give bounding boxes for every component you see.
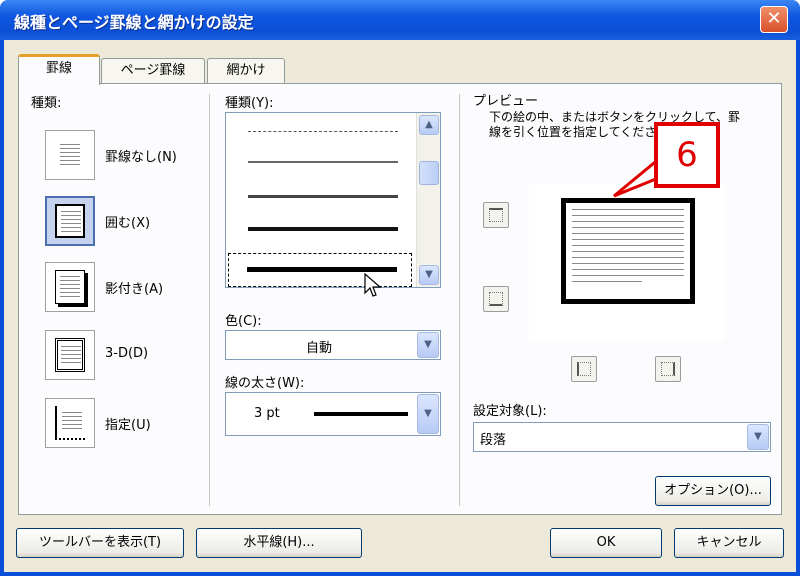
setting-heading: 種類:	[31, 96, 62, 111]
preview-area[interactable]	[529, 184, 725, 340]
line-style-medium[interactable]	[248, 195, 398, 198]
setting-none-button[interactable]	[45, 130, 95, 180]
border-top-icon[interactable]	[483, 202, 509, 228]
apply-to-select[interactable]: 段落 ▼	[473, 422, 771, 452]
scroll-thumb[interactable]	[419, 161, 439, 185]
apply-to-value: 段落	[480, 433, 507, 448]
setting-custom-icon	[55, 406, 85, 440]
width-value: 3 pt	[254, 406, 280, 421]
color-select[interactable]: 自動 ▼	[225, 330, 441, 360]
setting-custom-label[interactable]: 指定(U)	[105, 414, 151, 433]
line-style-thick[interactable]	[248, 227, 398, 231]
scroll-down-icon[interactable]: ▼	[419, 265, 439, 285]
line-style-selected[interactable]	[228, 253, 412, 287]
tab-shading[interactable]: 網かけ	[207, 58, 285, 84]
show-toolbar-button[interactable]: ツールバーを表示(T)	[16, 528, 184, 558]
preview-heading: プレビュー	[473, 94, 539, 109]
setting-box-button[interactable]	[45, 196, 95, 246]
border-left-icon[interactable]	[571, 356, 597, 382]
setting-3d-icon	[55, 338, 85, 372]
scroll-up-icon[interactable]: ▲	[419, 115, 439, 135]
setting-shadow-icon	[55, 270, 85, 304]
line-style-dotted[interactable]	[248, 131, 398, 132]
options-button[interactable]: オプション(O)...	[655, 476, 771, 506]
cancel-button[interactable]: キャンセル	[674, 528, 784, 558]
setting-3d-label[interactable]: 3-D(D)	[105, 346, 148, 361]
width-label: 線の太さ(W):	[225, 376, 305, 391]
setting-box-icon	[55, 204, 85, 238]
setting-none-label[interactable]: 罫線なし(N)	[105, 146, 177, 165]
line-style-list[interactable]: ▲ ▼	[225, 112, 441, 297]
section-divider	[459, 94, 460, 506]
ok-button[interactable]: OK	[550, 528, 662, 558]
dropdown-arrow-icon[interactable]: ▼	[417, 332, 439, 358]
section-divider	[209, 94, 210, 506]
dialog-title: 線種とページ罫線と網かけの設定	[14, 13, 254, 32]
border-right-icon[interactable]	[655, 356, 681, 382]
step-number-badge: 6	[654, 122, 720, 188]
line-style-thin[interactable]	[248, 161, 398, 163]
setting-shadow-button[interactable]	[45, 262, 95, 312]
line-style-scrollbar[interactable]: ▲ ▼	[416, 113, 440, 287]
setting-custom-button[interactable]	[45, 398, 95, 448]
width-select[interactable]: 3 pt ▼	[225, 392, 441, 436]
mouse-pointer-icon	[364, 273, 382, 297]
dialog-window: 線種とページ罫線と網かけの設定 ✕ 罫線 ページ罫線 網かけ 種類: 罫線なし(…	[0, 0, 800, 576]
preview-border-frame[interactable]	[561, 198, 695, 304]
color-value: 自動	[306, 341, 333, 356]
apply-to-label: 設定対象(L):	[473, 404, 547, 419]
horizontal-line-button[interactable]: 水平線(H)...	[196, 528, 362, 558]
title-bar[interactable]: 線種とページ罫線と網かけの設定 ✕	[0, 0, 800, 40]
dialog-client: 罫線 ページ罫線 網かけ 種類: 罫線なし(N) 囲む(X) 影付き(A) 3-…	[4, 40, 796, 572]
border-bottom-icon[interactable]	[483, 286, 509, 312]
setting-box-label[interactable]: 囲む(X)	[105, 212, 150, 231]
dropdown-arrow-icon[interactable]: ▼	[747, 424, 769, 450]
dropdown-arrow-icon[interactable]: ▼	[417, 394, 439, 434]
color-label: 色(C):	[225, 314, 262, 329]
setting-none-icon	[55, 138, 85, 172]
width-sample-line	[314, 412, 408, 416]
line-style-selected-sample	[247, 267, 397, 272]
tab-borders[interactable]: 罫線	[18, 54, 100, 85]
setting-shadow-label[interactable]: 影付き(A)	[105, 278, 163, 297]
tab-page-border[interactable]: ページ罫線	[101, 58, 205, 84]
close-icon[interactable]: ✕	[760, 6, 788, 33]
setting-3d-button[interactable]	[45, 330, 95, 380]
style-heading: 種類(Y):	[225, 96, 274, 111]
